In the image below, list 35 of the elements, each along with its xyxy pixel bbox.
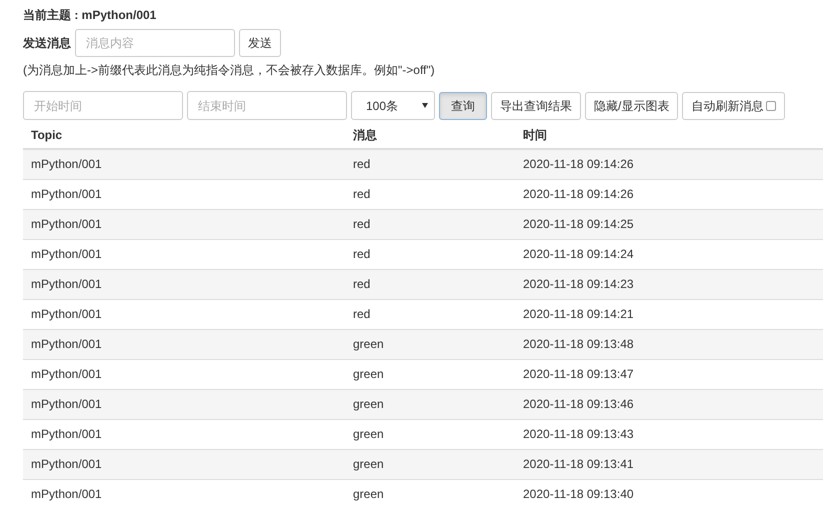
table-cell: green (345, 389, 515, 419)
table-cell: mPython/001 (23, 269, 345, 299)
auto-refresh-toggle[interactable]: 自动刷新消息 (682, 92, 786, 120)
table-cell: 2020-11-18 09:13:40 (515, 479, 823, 509)
table-cell: mPython/001 (23, 209, 345, 239)
checkbox[interactable] (766, 100, 776, 110)
send-label: 发送消息 (23, 35, 71, 52)
table-cell: 2020-11-18 09:13:48 (515, 329, 823, 359)
table-cell: 2020-11-18 09:14:25 (515, 209, 823, 239)
table-cell: mPython/001 (23, 389, 345, 419)
caret-icon (422, 103, 428, 108)
toolbar-button[interactable]: 隐藏/显示图表 (585, 92, 678, 120)
table-cell: green (345, 449, 515, 479)
message-field[interactable]: 消息内容 (75, 29, 235, 57)
table-cell: 2020-11-18 09:14:23 (515, 269, 823, 299)
table-cell: red (345, 269, 515, 299)
table-cell: mPython/001 (23, 329, 345, 359)
toolbar-button[interactable]: 导出查询结果 (491, 92, 581, 120)
table-cell: red (345, 149, 515, 179)
table-cell: 2020-11-18 09:13:46 (515, 389, 823, 419)
limit-dropdown[interactable]: 100条 (351, 91, 435, 120)
table-cell: 2020-11-18 09:13:41 (515, 449, 823, 479)
topic-heading: 当前主题 : mPython/001 (23, 7, 156, 24)
toolbar-button[interactable]: 查询 (439, 92, 487, 120)
start-time-field[interactable]: 开始时间 (23, 91, 183, 120)
table-cell: 2020-11-18 09:14:26 (515, 149, 823, 179)
send-button[interactable]: 发送 (239, 29, 281, 57)
table-cell: mPython/001 (23, 479, 345, 509)
table-cell: mPython/001 (23, 149, 345, 179)
table-cell: mPython/001 (23, 449, 345, 479)
table-cell: green (345, 329, 515, 359)
table-cell: red (345, 209, 515, 239)
end-time-field[interactable]: 结束时间 (187, 91, 347, 120)
hint-text: (为消息加上->前缀代表此消息为纯指令消息，不会被存入数据库。例如"->off") (23, 62, 435, 79)
table-cell: green (345, 479, 515, 509)
